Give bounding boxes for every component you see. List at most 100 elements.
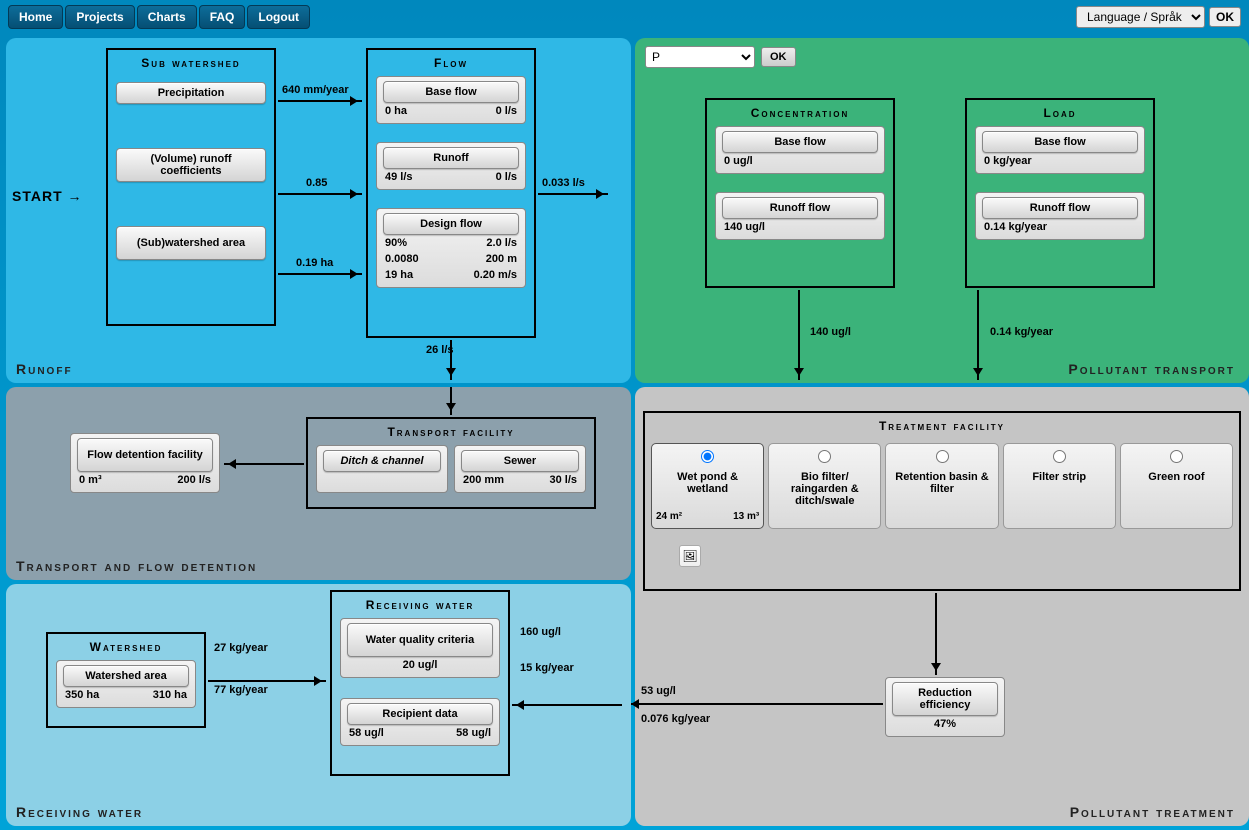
- panel-receiving-water: Receiving water Watershed Watershed area…: [6, 584, 631, 826]
- nav-faq[interactable]: FAQ: [199, 5, 246, 29]
- flow-detention-button[interactable]: Flow detention facility: [77, 438, 213, 472]
- load-baseflow-val: 0 kg/year: [984, 155, 1032, 167]
- baseflow-button[interactable]: Base flow: [383, 81, 519, 103]
- precipitation-button[interactable]: Precipitation: [116, 82, 266, 104]
- box-title-concentration: Concentration: [715, 106, 885, 120]
- sewer-mm: 200 mm: [463, 474, 504, 486]
- sub-box-load-runoff: Runoff flow 0.14 kg/year: [975, 192, 1145, 240]
- box-concentration: Concentration Base flow 0 ug/l Runoff fl…: [705, 98, 895, 288]
- arrow-load-down: [977, 290, 979, 380]
- water-quality-criteria-button[interactable]: Water quality criteria: [347, 623, 493, 657]
- box-title-flow: Flow: [376, 56, 526, 70]
- pollutant-select[interactable]: P: [645, 46, 755, 68]
- arrow-to-detention: [224, 463, 304, 465]
- box-receiving-water: Receiving water Water quality criteria 2…: [330, 590, 510, 776]
- arrow-treatment-down: [935, 593, 937, 675]
- treatment-option-2[interactable]: Retention basin & filter: [885, 443, 998, 529]
- box-title-watershed: Watershed: [56, 640, 196, 654]
- language-select[interactable]: Language / Språk: [1076, 6, 1205, 28]
- value-conc-out: 140 ug/l: [810, 326, 851, 338]
- subwatershed-area-button[interactable]: (Sub)watershed area: [116, 226, 266, 260]
- arrow-precip: [278, 100, 362, 102]
- treatment-radio-0[interactable]: [701, 450, 714, 463]
- treatment-option-label: Green roof: [1148, 471, 1204, 483]
- treatment-option-4[interactable]: Green roof: [1120, 443, 1233, 529]
- sub-box-recipient-data: Recipient data 58 ug/l 58 ug/l: [340, 698, 500, 746]
- arrow-into-receiving: [512, 704, 622, 706]
- top-bar: Home Projects Charts FAQ Logout Language…: [0, 0, 1249, 34]
- arrow-flow-down: [450, 340, 452, 380]
- runoff-left: 49 l/s: [385, 171, 413, 183]
- nav: Home Projects Charts FAQ Logout: [8, 5, 310, 29]
- box-flow: Flow Base flow 0 ha0 l/s Runoff 49 l/s0 …: [366, 48, 536, 338]
- panel-title-runoff: Runoff: [16, 361, 73, 377]
- rd-v2: 58 ug/l: [456, 727, 491, 739]
- panel-transport-detention: Transport and flow detention Transport f…: [6, 387, 631, 580]
- load-baseflow-button[interactable]: Base flow: [982, 131, 1138, 153]
- value-flow-out: 0.033 l/s: [542, 177, 585, 189]
- panel-title-pollutant-transport: Pollutant transport: [1068, 361, 1235, 377]
- value-treat-out-conc: 53 ug/l: [641, 685, 676, 697]
- nav-home[interactable]: Home: [8, 5, 63, 29]
- treatment-radio-4[interactable]: [1170, 450, 1183, 463]
- sewer-button[interactable]: Sewer: [461, 450, 579, 472]
- box-title-load: Load: [975, 106, 1145, 120]
- reduction-efficiency-button[interactable]: Reduction efficiency: [892, 682, 998, 716]
- treatment-option-1[interactable]: Bio filter/ raingarden & ditch/swale: [768, 443, 881, 529]
- design-d2: 200 m: [486, 253, 517, 265]
- pollutant-ok-button[interactable]: OK: [761, 47, 796, 67]
- treatment-image-icon[interactable]: 🖼: [679, 545, 701, 567]
- start-label: START →: [12, 188, 83, 204]
- box-title-sub-watershed: Sub watershed: [116, 56, 266, 70]
- rd-v1: 58 ug/l: [349, 727, 384, 739]
- pollutant-selector: P OK: [645, 46, 796, 68]
- value-in-load: 15 kg/year: [520, 662, 574, 674]
- arrow-ws-to-rw: [208, 680, 326, 682]
- value-in-conc: 160 ug/l: [520, 626, 561, 638]
- box-title-receiving: Receiving water: [340, 598, 500, 612]
- sub-box-detention: Flow detention facility 0 m³200 l/s: [70, 433, 220, 493]
- sub-box-load-baseflow: Base flow 0 kg/year: [975, 126, 1145, 174]
- treatment-radio-2[interactable]: [936, 450, 949, 463]
- load-runoff-button[interactable]: Runoff flow: [982, 197, 1138, 219]
- nav-charts[interactable]: Charts: [137, 5, 197, 29]
- arrow-coef: [278, 193, 362, 195]
- conc-runoff-button[interactable]: Runoff flow: [722, 197, 878, 219]
- panel-pollutant-transport: Pollutant transport P OK Concentration B…: [635, 38, 1249, 383]
- arrow-into-transport: [450, 387, 452, 415]
- value-coef: 0.85: [306, 177, 327, 189]
- treatment-radio-3[interactable]: [1053, 450, 1066, 463]
- value-ws-a1: 27 kg/year: [214, 642, 268, 654]
- panel-runoff: Runoff START → Sub watershed Precipitati…: [6, 38, 631, 383]
- watershed-area-button[interactable]: Watershed area: [63, 665, 189, 687]
- panel-title-receiving-water: Receiving water: [16, 804, 143, 820]
- panel-title-pollutant-treatment: Pollutant treatment: [1070, 804, 1235, 820]
- sub-box-conc-runoff: Runoff flow 140 ug/l: [715, 192, 885, 240]
- design-flow-button[interactable]: Design flow: [383, 213, 519, 235]
- arrow-treatment-out: [627, 703, 883, 705]
- panel-pollutant-treatment: Pollutant treatment Treatment facility W…: [635, 387, 1249, 826]
- nav-logout[interactable]: Logout: [247, 5, 310, 29]
- baseflow-ls: 0 l/s: [496, 105, 517, 117]
- treatment-option-label: Retention basin & filter: [890, 471, 993, 495]
- baseflow-ha: 0 ha: [385, 105, 407, 117]
- ditch-channel-button[interactable]: Ditch & channel: [323, 450, 441, 472]
- runoff-coefficients-button[interactable]: (Volume) runoff coefficients: [116, 148, 266, 182]
- conc-baseflow-button[interactable]: Base flow: [722, 131, 878, 153]
- recipient-data-button[interactable]: Recipient data: [347, 703, 493, 725]
- value-area: 0.19 ha: [296, 257, 333, 269]
- arrow-area: [278, 273, 362, 275]
- treatment-option-label: Filter strip: [1032, 471, 1086, 483]
- design-d3: 19 ha: [385, 269, 413, 281]
- treatment-option-0[interactable]: Wet pond & wetland24 m²13 m³: [651, 443, 764, 529]
- arrow-flow-out: [538, 193, 608, 195]
- treatment-option-3[interactable]: Filter strip: [1003, 443, 1116, 529]
- treatment-radio-1[interactable]: [818, 450, 831, 463]
- sub-box-conc-baseflow: Base flow 0 ug/l: [715, 126, 885, 174]
- nav-projects[interactable]: Projects: [65, 5, 134, 29]
- panel-title-transport-detention: Transport and flow detention: [16, 558, 257, 574]
- language-ok-button[interactable]: OK: [1209, 7, 1241, 27]
- runoff-button[interactable]: Runoff: [383, 147, 519, 169]
- sub-box-reduction: Reduction efficiency 47%: [885, 677, 1005, 737]
- box-sub-watershed: Sub watershed Precipitation (Volume) run…: [106, 48, 276, 326]
